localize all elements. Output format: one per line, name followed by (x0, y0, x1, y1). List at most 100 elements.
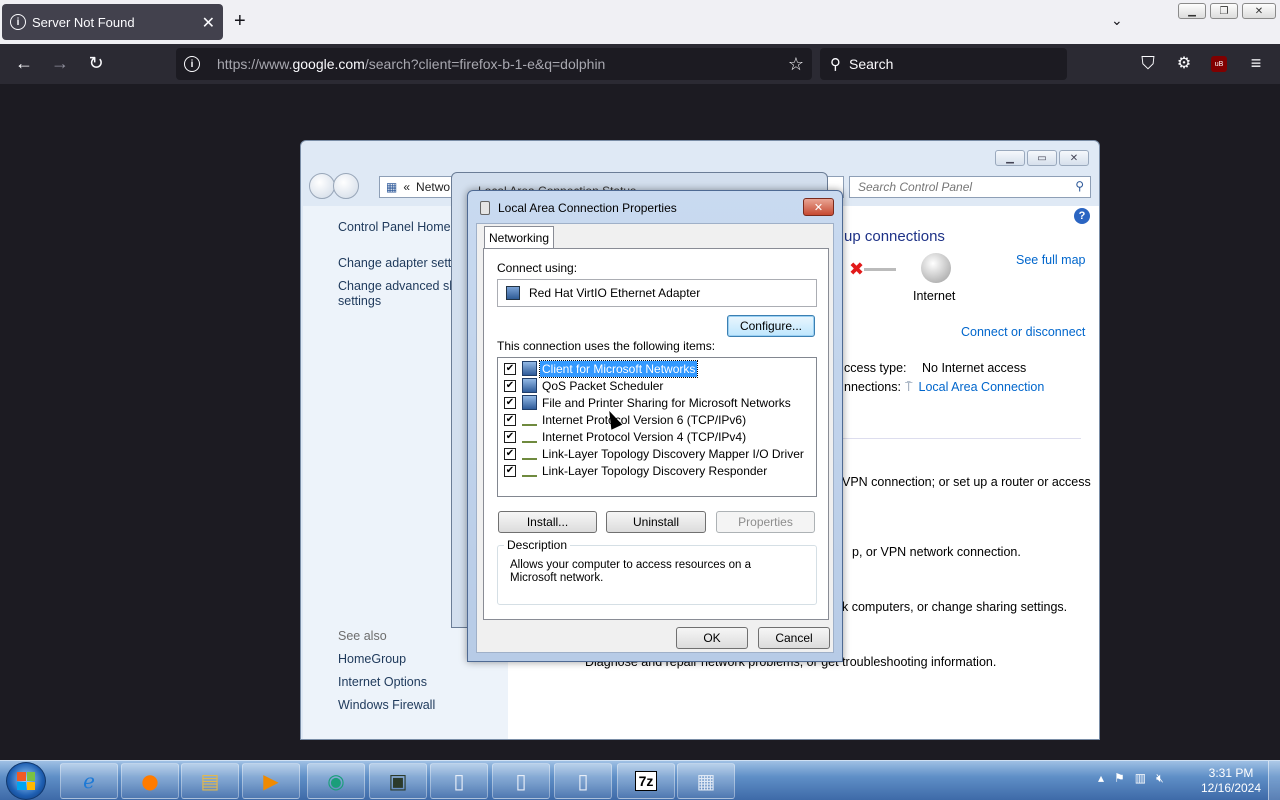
cp-close-button[interactable]: ✕ (1059, 150, 1089, 166)
new-tab-button[interactable]: + (234, 10, 246, 33)
browser-tab[interactable]: i Server Not Found ✕ (2, 4, 223, 40)
document-icon[interactable]: ▯ (430, 763, 488, 799)
restore-button[interactable]: ❐ (1210, 3, 1238, 19)
forward-icon[interactable]: → (48, 53, 72, 74)
7zip-label: 7z (634, 771, 658, 791)
action-center-flag-icon[interactable]: ⚑ (1114, 771, 1125, 786)
internet-globe-icon (921, 253, 951, 283)
clock[interactable]: 3:31 PM 12/16/2024 (1196, 766, 1266, 796)
internet-label: Internet (913, 289, 956, 303)
media-player-icon[interactable]: ▶ (242, 763, 300, 799)
change-advanced-sharing-link[interactable]: Change advanced sha (338, 279, 463, 293)
app-icon[interactable]: ◉ (307, 763, 365, 799)
homegroup-link[interactable]: HomeGroup (338, 652, 406, 666)
show-desktop-button[interactable] (1268, 761, 1280, 800)
dialog-close-button[interactable]: ✕ (803, 198, 834, 216)
close-tab-icon[interactable]: ✕ (202, 13, 215, 33)
7zip-icon[interactable]: 7z (617, 763, 675, 799)
taskbar: ℯ ● ▤ ▶ ◉ ▣ ▯ ▯ ▯ 7z ▦ ▴ ⚑ ▥ 🔇︎ 3:31 PM … (0, 760, 1280, 800)
checkbox[interactable]: ✔ (504, 362, 516, 375)
pocket-icon[interactable]: ⛉ (1136, 53, 1160, 74)
help-icon[interactable]: ? (1074, 208, 1090, 224)
checkbox[interactable]: ✔ (504, 430, 516, 443)
document-icon[interactable]: ▯ (492, 763, 550, 799)
back-icon[interactable]: ← (12, 53, 36, 74)
list-item[interactable]: ✔ QoS Packet Scheduler (504, 377, 665, 394)
checkbox[interactable]: ✔ (504, 396, 516, 409)
cp-maximize-button[interactable]: ▭ (1027, 150, 1057, 166)
uninstall-button[interactable]: Uninstall (606, 511, 706, 533)
cp-search-input[interactable]: Search Control Panel ⚲ (849, 176, 1091, 198)
cp-forward-button[interactable] (333, 173, 359, 199)
volume-muted-icon[interactable]: 🔇︎ (1156, 771, 1164, 786)
cp-back-button[interactable] (309, 173, 335, 199)
protocol-icon (522, 452, 537, 460)
list-item[interactable]: ✔ Link-Layer Topology Discovery Mapper I… (504, 445, 806, 462)
reload-icon[interactable]: ↻ (84, 53, 108, 74)
list-item[interactable]: ✔ Client for Microsoft Networks (504, 359, 699, 378)
list-item[interactable]: ✔ Internet Protocol Version 4 (TCP/IPv4) (504, 428, 748, 445)
cp-minimize-button[interactable]: ▁ (995, 150, 1025, 166)
site-info-icon[interactable]: i (184, 56, 200, 72)
protocol-icon (522, 435, 537, 443)
network-client-icon (522, 361, 537, 376)
ok-button[interactable]: OK (676, 627, 748, 649)
connect-using-label: Connect using: (497, 261, 578, 275)
configure-button[interactable]: Configure... (727, 315, 815, 337)
file-explorer-icon[interactable]: ▤ (181, 763, 239, 799)
cp-search-icon[interactable]: ⚲ (1075, 179, 1084, 193)
install-button[interactable]: Install... (498, 511, 597, 533)
dialog-title: Local Area Connection Properties (498, 201, 677, 215)
checkbox[interactable]: ✔ (504, 413, 516, 426)
see-full-map-link[interactable]: See full map (1016, 253, 1085, 267)
search-bar[interactable]: ⚲ Search (820, 48, 1067, 80)
item-label: Internet Protocol Version 6 (TCP/IPv6) (542, 412, 747, 427)
change-adapter-link[interactable]: Change adapter settin (338, 256, 461, 270)
properties-button[interactable]: Properties (716, 511, 815, 533)
url-prefix: https://www. (217, 56, 293, 72)
list-item[interactable]: ✔ Link-Layer Topology Discovery Responde… (504, 462, 769, 479)
extensions-icon[interactable]: ⚙ (1172, 53, 1196, 73)
cp-window-controls: ▁ ▭ ✕ (995, 150, 1089, 166)
network-center-icon[interactable]: ▦ (677, 763, 735, 799)
item-label: File and Printer Sharing for Microsoft N… (542, 395, 791, 410)
control-panel-icon: ▦ (386, 180, 398, 194)
list-tabs-icon[interactable]: ⌄ (1111, 12, 1123, 29)
checkbox[interactable]: ✔ (504, 379, 516, 392)
show-hidden-icons-icon[interactable]: ▴ (1098, 771, 1104, 786)
close-window-button[interactable]: ✕ (1242, 3, 1276, 19)
cp-section-title: up connections (844, 228, 945, 245)
internet-options-link[interactable]: Internet Options (338, 675, 427, 689)
menu-icon[interactable]: ≡ (1244, 53, 1268, 74)
windows-firewall-link[interactable]: Windows Firewall (338, 698, 435, 712)
bookmark-star-icon[interactable]: ☆ (788, 54, 804, 75)
browser-toolbar: ← → ↻ i https://www. google.com /search?… (0, 44, 1280, 84)
protocol-icon (522, 469, 537, 477)
document-icon[interactable]: ▯ (554, 763, 612, 799)
start-button[interactable] (6, 762, 46, 800)
list-item[interactable]: ✔ Internet Protocol Version 6 (TCP/IPv6) (504, 411, 748, 428)
connect-disconnect-link[interactable]: Connect or disconnect (961, 325, 1085, 339)
internet-explorer-icon[interactable]: ℯ (60, 763, 118, 799)
cp-home-link[interactable]: Control Panel Home (338, 220, 451, 234)
adapter-field: Red Hat VirtIO Ethernet Adapter (497, 279, 817, 307)
description-group: Description Allows your computer to acce… (497, 538, 817, 605)
tab-title: Server Not Found (32, 14, 135, 30)
ublock-icon[interactable]: uB (1211, 56, 1227, 72)
change-advanced-sharing-link-cont[interactable]: settings (338, 294, 381, 308)
checkbox[interactable]: ✔ (504, 447, 516, 460)
url-bar[interactable]: i https://www. google.com /search?client… (176, 48, 812, 80)
components-list[interactable]: ✔ Client for Microsoft Networks ✔ QoS Pa… (497, 357, 817, 497)
local-area-connection-link[interactable]: ⍑ Local Area Connection (905, 380, 1044, 395)
cancel-button[interactable]: Cancel (758, 627, 830, 649)
network-status-icon[interactable]: ▥ (1135, 771, 1146, 786)
connection-icon (480, 201, 490, 215)
description-legend: Description (504, 538, 571, 552)
item-label: Client for Microsoft Networks (538, 359, 699, 378)
list-item[interactable]: ✔ File and Printer Sharing for Microsoft… (504, 394, 793, 411)
tab-networking[interactable]: Networking (484, 226, 554, 249)
minimize-button[interactable]: ▁ (1178, 3, 1206, 19)
task-manager-icon[interactable]: ▣ (369, 763, 427, 799)
firefox-icon[interactable]: ● (121, 763, 179, 799)
checkbox[interactable]: ✔ (504, 464, 516, 477)
